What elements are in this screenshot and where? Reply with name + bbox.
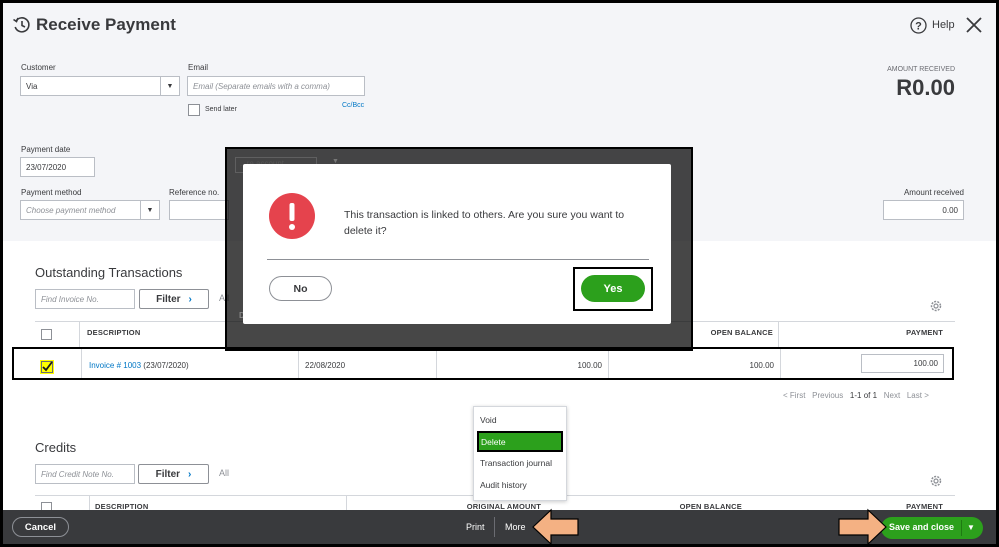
chevron-right-icon: › bbox=[188, 293, 192, 305]
filter-label: Filter bbox=[155, 468, 181, 480]
menu-item-audit-history[interactable]: Audit history bbox=[480, 480, 527, 490]
payment-date-field[interactable]: 23/07/2020 bbox=[20, 157, 95, 177]
customer-select[interactable]: Via ▼ bbox=[20, 76, 180, 96]
help-icon[interactable]: ? bbox=[910, 17, 927, 34]
pager: < First Previous 1-1 of 1 Next Last > bbox=[783, 391, 929, 400]
gear-icon[interactable] bbox=[929, 474, 943, 488]
credits-title: Credits bbox=[35, 440, 77, 455]
send-later-checkbox[interactable] bbox=[188, 104, 200, 116]
reference-field[interactable] bbox=[169, 200, 229, 220]
amount-received-field-label: Amount received bbox=[903, 188, 964, 197]
more-menu: Void Delete Transaction journal Audit hi… bbox=[473, 406, 567, 501]
pager-next[interactable]: Next bbox=[884, 391, 900, 400]
column-divider bbox=[81, 349, 82, 378]
delete-confirm-dialog: This transaction is linked to others. Ar… bbox=[243, 164, 671, 324]
column-divider bbox=[79, 321, 80, 347]
amount-received-total: R0.00 bbox=[896, 75, 955, 100]
pager-range: 1-1 of 1 bbox=[849, 391, 878, 400]
svg-text:?: ? bbox=[915, 21, 922, 33]
customer-label: Customer bbox=[21, 63, 56, 72]
chevron-down-icon[interactable]: ▼ bbox=[160, 77, 179, 95]
chevron-right-icon: › bbox=[188, 468, 192, 480]
email-label: Email bbox=[188, 63, 209, 72]
menu-item-delete[interactable]: Delete bbox=[477, 431, 563, 452]
column-divider bbox=[608, 349, 609, 378]
print-button[interactable]: Print bbox=[466, 522, 485, 532]
credits-all-label: All bbox=[219, 468, 230, 478]
column-divider bbox=[298, 349, 299, 378]
column-divider bbox=[346, 495, 347, 510]
history-icon[interactable] bbox=[12, 15, 32, 35]
menu-item-void[interactable]: Void bbox=[480, 415, 497, 425]
more-button[interactable]: More bbox=[505, 522, 526, 532]
annotation-arrow-left-icon bbox=[532, 508, 579, 544]
dialog-divider bbox=[267, 259, 649, 260]
column-header-description: DESCRIPTION bbox=[87, 328, 141, 337]
filter-label: Filter bbox=[156, 293, 181, 305]
outstanding-filter-button[interactable]: Filter › bbox=[139, 289, 209, 309]
close-icon[interactable] bbox=[965, 16, 983, 34]
select-all-checkbox[interactable] bbox=[41, 329, 52, 340]
pager-first[interactable]: < First bbox=[783, 391, 805, 400]
outstanding-transactions-title: Outstanding Transactions bbox=[35, 265, 183, 280]
no-button[interactable]: No bbox=[269, 276, 332, 301]
pager-last[interactable]: Last > bbox=[907, 391, 929, 400]
help-link[interactable]: Help bbox=[932, 19, 955, 31]
column-divider bbox=[89, 495, 90, 510]
amount-received-field[interactable]: 0.00 bbox=[883, 200, 964, 220]
table-row[interactable]: Invoice # 1003 (23/07/2020) 22/08/2020 1… bbox=[12, 347, 954, 380]
find-invoice-input[interactable]: Find Invoice No. bbox=[35, 289, 135, 309]
split-divider bbox=[961, 520, 962, 536]
customer-value: Via bbox=[26, 81, 38, 91]
payment-method-label: Payment method bbox=[21, 188, 82, 197]
save-and-close-button[interactable]: Save and close ▼ bbox=[881, 517, 983, 539]
payment-date-label: Payment date bbox=[21, 145, 71, 154]
receive-payment-window: Receive Payment ? Help Customer Via ▼ Em… bbox=[3, 3, 996, 544]
error-icon bbox=[269, 193, 315, 239]
menu-item-transaction-journal[interactable]: Transaction journal bbox=[480, 458, 552, 468]
chevron-down-icon[interactable]: ▼ bbox=[967, 523, 975, 532]
dialog-message: This transaction is linked to others. Ar… bbox=[344, 209, 625, 237]
column-header-payment: PAYMENT bbox=[906, 328, 943, 337]
cancel-button[interactable]: Cancel bbox=[12, 517, 69, 537]
send-later-label: Send later bbox=[205, 106, 237, 113]
find-credit-note-input[interactable]: Find Credit Note No. bbox=[35, 464, 135, 484]
column-divider bbox=[778, 321, 779, 347]
column-divider bbox=[780, 349, 781, 378]
invoice-link[interactable]: Invoice # 1003 bbox=[89, 361, 141, 370]
check-icon bbox=[42, 361, 53, 372]
menu-item-delete-label: Delete bbox=[481, 437, 506, 447]
invoice-date: (23/07/2020) bbox=[143, 361, 189, 370]
chevron-down-icon[interactable]: ▼ bbox=[140, 201, 159, 219]
cc-bcc-link[interactable]: Cc/Bcc bbox=[342, 102, 364, 109]
row-description: Invoice # 1003 (23/07/2020) bbox=[89, 361, 189, 370]
column-divider bbox=[436, 349, 437, 378]
footer-divider bbox=[494, 517, 495, 537]
yes-button[interactable]: Yes bbox=[581, 275, 645, 302]
amount-received-label: AMOUNT RECEIVED bbox=[887, 66, 955, 73]
row-open-balance: 100.00 bbox=[749, 361, 774, 370]
payment-method-placeholder: Choose payment method bbox=[26, 205, 116, 215]
payment-method-select[interactable]: Choose payment method ▼ bbox=[20, 200, 160, 220]
reference-label: Reference no. bbox=[169, 188, 220, 197]
row-original-amount: 100.00 bbox=[577, 361, 602, 370]
row-checkbox[interactable] bbox=[40, 360, 54, 374]
pager-previous[interactable]: Previous bbox=[812, 391, 843, 400]
row-payment-input[interactable]: 100.00 bbox=[861, 354, 944, 373]
save-and-close-label: Save and close bbox=[889, 522, 955, 532]
gear-icon[interactable] bbox=[929, 299, 943, 313]
row-due-date: 22/08/2020 bbox=[305, 361, 346, 370]
email-field[interactable]: Email (Separate emails with a comma) bbox=[187, 76, 365, 96]
annotation-arrow-right-icon bbox=[838, 508, 887, 544]
page-title: Receive Payment bbox=[36, 15, 176, 34]
credits-filter-button[interactable]: Filter › bbox=[138, 464, 209, 484]
